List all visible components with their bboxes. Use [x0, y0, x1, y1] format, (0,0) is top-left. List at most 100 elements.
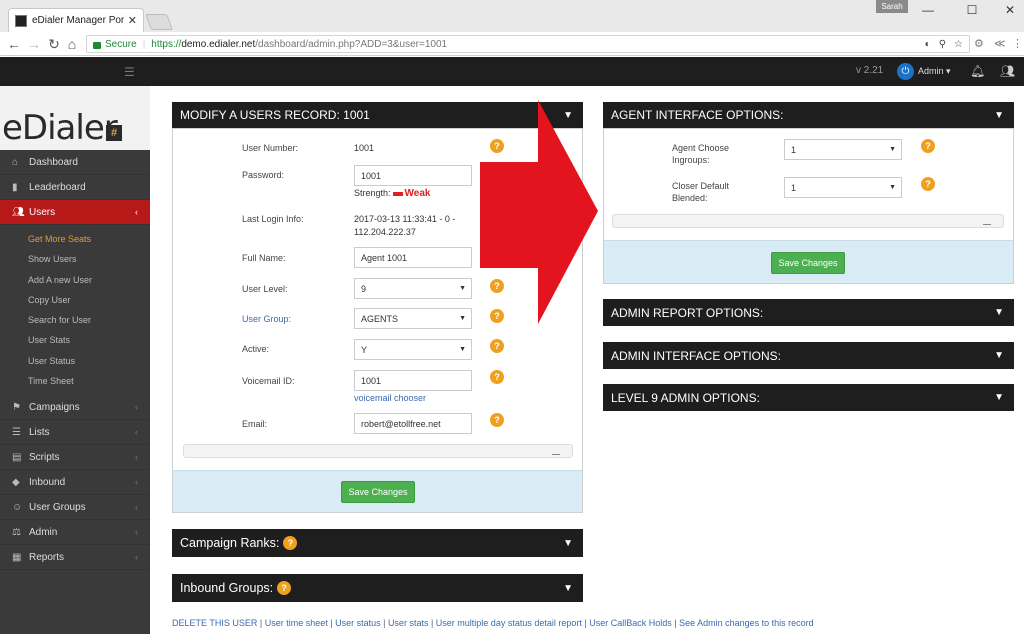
horizontal-scrollbar[interactable] — [183, 444, 573, 458]
url-host: demo.edialer.net — [181, 38, 256, 50]
profile-badge[interactable]: Sarah — [876, 0, 908, 13]
user-group-menu-icon[interactable]: 👥︎ — [1000, 64, 1015, 78]
chevron-left-icon: ‹ — [135, 527, 138, 538]
bell-icon[interactable]: 🔔︎ — [970, 64, 985, 78]
horizontal-scrollbar[interactable] — [612, 214, 1004, 228]
browser-menu-icon[interactable]: ⋮ — [1012, 37, 1023, 50]
subnav-show-users[interactable]: Show Users — [0, 249, 150, 269]
closer-default-blended-label-line1: Closer Default — [672, 181, 730, 191]
admin-interface-options-header[interactable]: ADMIN INTERFACE OPTIONS: ▼ — [603, 342, 1014, 369]
reload-icon[interactable]: ↻ — [46, 36, 62, 52]
sidebar-item-user-groups[interactable]: ☺ User Groups ‹ — [0, 495, 150, 521]
minimize-icon[interactable]: — — [918, 3, 938, 17]
sidebar-item-leaderboard[interactable]: ▮ Leaderboard — [0, 175, 150, 200]
subnav-search-user[interactable]: Search for User — [0, 310, 150, 330]
chevron-down-icon[interactable]: ▼ — [563, 583, 573, 594]
window-close-icon[interactable]: ✕ — [1000, 3, 1020, 17]
user-group-select[interactable]: AGENTS ▼ — [354, 308, 472, 329]
agent-options-panel-header[interactable]: AGENT INTERFACE OPTIONS: ▼ — [603, 102, 1014, 128]
user-group-link[interactable]: User Group: — [242, 314, 291, 324]
home-browser-icon[interactable]: ⌂ — [64, 36, 80, 52]
subnav-add-user[interactable]: Add A new User — [0, 270, 150, 290]
diamond-icon: ◆ — [12, 476, 20, 488]
active-label: Active: — [242, 344, 270, 354]
subnav-copy-user[interactable]: Copy User — [0, 290, 150, 310]
help-icon[interactable]: ? — [490, 413, 504, 427]
password-field[interactable]: 1001 — [354, 165, 472, 186]
agent-choose-ingroups-select[interactable]: 1 ▼ — [784, 139, 902, 160]
admin-user-menu[interactable]: Admin ▾ — [918, 66, 951, 77]
agent-save-changes-button[interactable]: Save Changes — [771, 252, 845, 274]
active-select[interactable]: Y ▼ — [354, 339, 472, 360]
closer-default-blended-select[interactable]: 1 ▼ — [784, 177, 902, 198]
last-login-line2: 112.204.222.37 — [354, 227, 416, 237]
email-label: Email: — [242, 419, 268, 429]
browser-tab[interactable]: eDialer Manager Portal | ✕ — [8, 8, 144, 32]
extension-gear-icon[interactable]: ⚙ — [974, 37, 984, 50]
save-changes-button[interactable]: Save Changes — [341, 481, 415, 503]
chevron-down-icon[interactable]: ▼ — [994, 350, 1004, 361]
url-field[interactable]: Secure | https://demo.edialer.net/dashbo… — [86, 35, 970, 53]
power-icon[interactable]: ⏻ — [897, 63, 914, 80]
chevron-down-icon[interactable]: ▼ — [994, 110, 1004, 121]
sidebar-item-admin[interactable]: ⚖ Admin ‹ — [0, 520, 150, 546]
help-icon[interactable]: ? — [277, 581, 292, 595]
secure-label: Secure — [105, 38, 137, 50]
user-time-sheet-link[interactable]: User time sheet — [265, 618, 328, 628]
forward-icon[interactable]: → — [26, 36, 42, 52]
subnav-time-sheet[interactable]: Time Sheet — [0, 371, 150, 391]
chevron-left-icon: ‹ — [135, 477, 138, 488]
users-icon: 👥︎ — [12, 206, 25, 218]
list-icon: ☰ — [12, 426, 21, 438]
subnav-user-stats[interactable]: User Stats — [0, 330, 150, 350]
user-status-link[interactable]: User status — [335, 618, 381, 628]
user-multiday-report-link[interactable]: User multiple day status detail report — [436, 618, 582, 628]
sidebar-item-campaigns[interactable]: ⚑ Campaigns ‹ — [0, 395, 150, 421]
user-callback-holds-link[interactable]: User CallBack Holds — [589, 618, 672, 628]
level9-admin-options-header[interactable]: LEVEL 9 ADMIN OPTIONS: ▼ — [603, 384, 1014, 411]
chevron-left-icon: ‹ — [135, 207, 138, 217]
sidebar-item-inbound[interactable]: ◆ Inbound ‹ — [0, 470, 150, 496]
agent-choose-ingroups-label-line2: Ingroups: — [672, 155, 710, 165]
browser-tab-bar: eDialer Manager Portal | ✕ Sarah — ☐ ✕ — [0, 0, 1024, 32]
email-field[interactable]: robert@etollfree.net — [354, 413, 472, 434]
user-stats-link[interactable]: User stats — [388, 618, 429, 628]
extension-icon[interactable]: ≪ — [994, 37, 1006, 50]
sidebar-item-users[interactable]: 👥︎ Users ‹ — [0, 200, 150, 225]
delete-user-link[interactable]: DELETE THIS USER — [172, 618, 257, 628]
sidebar-item-scripts[interactable]: ▤ Scripts ‹ — [0, 445, 150, 471]
sidebar-toggle-icon[interactable]: ☰ — [124, 65, 135, 79]
tab-close-icon[interactable]: ✕ — [128, 14, 137, 27]
logo[interactable]: eDialer # — [0, 86, 150, 150]
chevron-down-icon[interactable]: ▼ — [563, 538, 573, 549]
address-bar: ← → ↻ ⌂ Secure | https://demo.edialer.ne… — [0, 32, 1024, 56]
subnav-user-status[interactable]: User Status — [0, 351, 150, 371]
admin-report-options-header[interactable]: ADMIN REPORT OPTIONS: ▼ — [603, 299, 1014, 326]
campaign-ranks-header[interactable]: Campaign Ranks: ? ▼ — [172, 529, 583, 557]
help-icon[interactable]: ? — [490, 339, 504, 353]
help-icon[interactable]: ? — [283, 536, 298, 550]
sidebar-item-reports[interactable]: ▦ Reports ‹ — [0, 545, 150, 571]
admin-changes-link[interactable]: See Admin changes to this record — [679, 618, 814, 628]
bar-chart-icon: ▮ — [12, 181, 18, 193]
maximize-icon[interactable]: ☐ — [962, 3, 982, 17]
sidebar-item-dashboard[interactable]: ⌂ Dashboard — [0, 150, 150, 175]
zoom-icon[interactable]: ⚲ — [939, 39, 946, 50]
back-icon[interactable]: ← — [6, 36, 22, 52]
chevron-down-icon[interactable]: ▼ — [994, 307, 1004, 318]
new-tab-button[interactable] — [145, 14, 173, 30]
help-icon[interactable]: ? — [921, 139, 935, 153]
full-name-field[interactable]: Agent 1001 — [354, 247, 472, 268]
sidebar-item-lists[interactable]: ☰ Lists ‹ — [0, 420, 150, 446]
user-level-select[interactable]: 9 ▼ — [354, 278, 472, 299]
bookmark-star-icon[interactable]: ☆ — [954, 39, 963, 50]
chevron-down-icon[interactable]: ▼ — [994, 392, 1004, 403]
voicemail-field[interactable]: 1001 — [354, 370, 472, 391]
help-icon[interactable]: ? — [490, 370, 504, 384]
help-icon[interactable]: ? — [921, 177, 935, 191]
site-settings-icon[interactable]: ◐ — [925, 39, 931, 50]
last-login-line1: 2017-03-13 11:33:41 - 0 - — [354, 214, 456, 224]
inbound-groups-header[interactable]: Inbound Groups: ? ▼ — [172, 574, 583, 602]
subnav-get-more-seats[interactable]: Get More Seats — [0, 229, 150, 249]
voicemail-chooser-link[interactable]: voicemail chooser — [354, 393, 426, 403]
